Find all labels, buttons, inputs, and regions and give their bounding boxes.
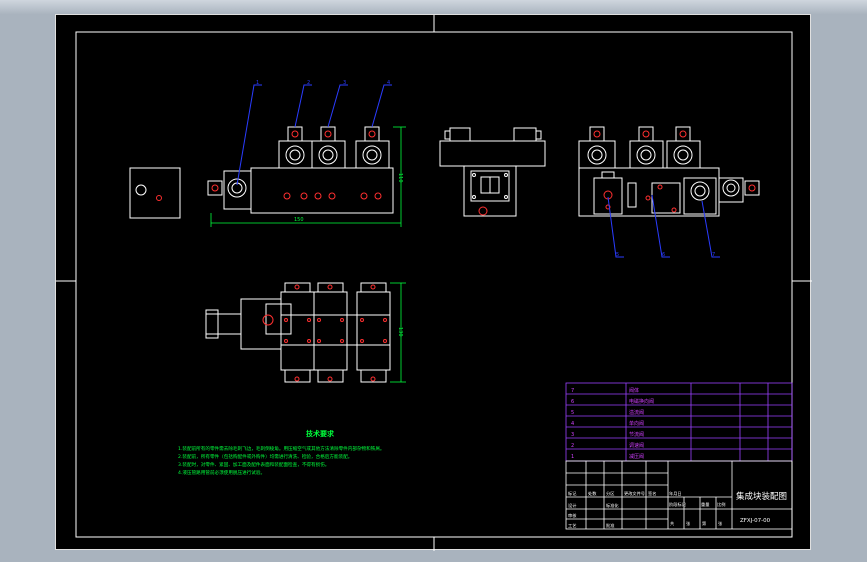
tech-requirement-item: 2.装配前，所有零件（包括购配件或外购件）均需进行清洗、检验，合格后方能装配。 [178, 453, 352, 460]
balloon-4-front: 4 [387, 80, 390, 86]
tech-requirements-title: 技术要求 [306, 429, 335, 438]
tb-label: 比例 [717, 501, 725, 508]
front-view [207, 126, 394, 214]
title-block-labels: 标记 处数 分区 更改文件号 签名 年月日 设计 标准化 阶段标记 重量 比例 … [568, 490, 725, 529]
tb-label: 年月日 [669, 490, 682, 497]
tb-label: 张 [718, 520, 723, 527]
tb-label: 标准化 [606, 502, 619, 509]
part-name: 节流阀 [629, 431, 644, 438]
tb-label: 处数 [588, 490, 597, 497]
part-name: 单向阀 [629, 420, 644, 427]
top-view [205, 282, 391, 383]
tb-label: 工艺 [568, 523, 576, 528]
middle-side-view [439, 127, 546, 217]
part-name: 调速阀 [629, 442, 644, 449]
tech-requirement-item: 4.液压管路用管前必须使用脱压进行试验。 [178, 469, 265, 476]
tb-label: 审核 [568, 512, 577, 519]
tb-label: 设计 [568, 502, 576, 509]
part-no: 7 [571, 388, 574, 394]
part-no: 6 [571, 399, 574, 405]
parts-list-table [565, 382, 793, 462]
part-no: 1 [571, 454, 574, 460]
drawing-name: 集成块装配图 [736, 491, 787, 502]
tb-label: 阶段标记 [669, 501, 687, 508]
right-view [578, 126, 760, 217]
part-name: 减压阀 [629, 453, 644, 460]
dim-width-front: 150 [294, 217, 304, 223]
cad-drawing: 150 110 1 2 3 4 5 6 7 130 7 阀体 6 电磁换向阀 5… [56, 15, 812, 551]
balloon-7-right: 7 [712, 252, 715, 258]
drawing-canvas[interactable]: 150 110 1 2 3 4 5 6 7 130 7 阀体 6 电磁换向阀 5… [55, 14, 812, 551]
part-no: 5 [571, 410, 574, 416]
balloon-5-right: 5 [616, 252, 619, 258]
tech-requirement-item: 1.装配前所有的零件需去除毛刺飞边，毛刺倒棱角。用压缩空气或其他方法清除零件内部… [178, 445, 385, 452]
tb-label: 签名 [648, 490, 656, 497]
balloon-1-front: 1 [256, 80, 259, 86]
part-no: 3 [571, 432, 574, 438]
dim-height-front: 110 [397, 173, 403, 183]
balloon-6-right: 6 [662, 252, 665, 258]
tb-label: 张 [686, 520, 691, 527]
right-leaders [607, 194, 720, 258]
tb-label: 第 [702, 520, 706, 527]
tb-label: 标记 [568, 490, 577, 497]
dim-height-top: 130 [397, 327, 403, 337]
part-name: 溢流阀 [629, 409, 644, 416]
drawing-number: ZFXJ-07-00 [740, 518, 771, 524]
front-dimensions [210, 126, 406, 227]
part-no: 4 [571, 421, 574, 427]
tb-label: 批准 [606, 522, 614, 529]
part-name: 电磁换向阀 [629, 398, 654, 405]
tb-label: 分区 [606, 490, 614, 497]
balloon-3-front: 3 [343, 80, 346, 86]
tb-label: 更改文件号 [624, 490, 645, 497]
balloon-2-front: 2 [307, 80, 310, 86]
part-no: 2 [571, 443, 574, 449]
part-name: 阀体 [629, 387, 639, 394]
tech-requirement-item: 3.装配时，对零件、紧固、加工面及配件表面和装配面检查，不得有损伤。 [178, 461, 329, 468]
tb-label: 重量 [701, 501, 709, 508]
side-view-small [129, 167, 181, 219]
window-top-bar [0, 0, 867, 14]
tb-label: 共 [670, 520, 674, 527]
